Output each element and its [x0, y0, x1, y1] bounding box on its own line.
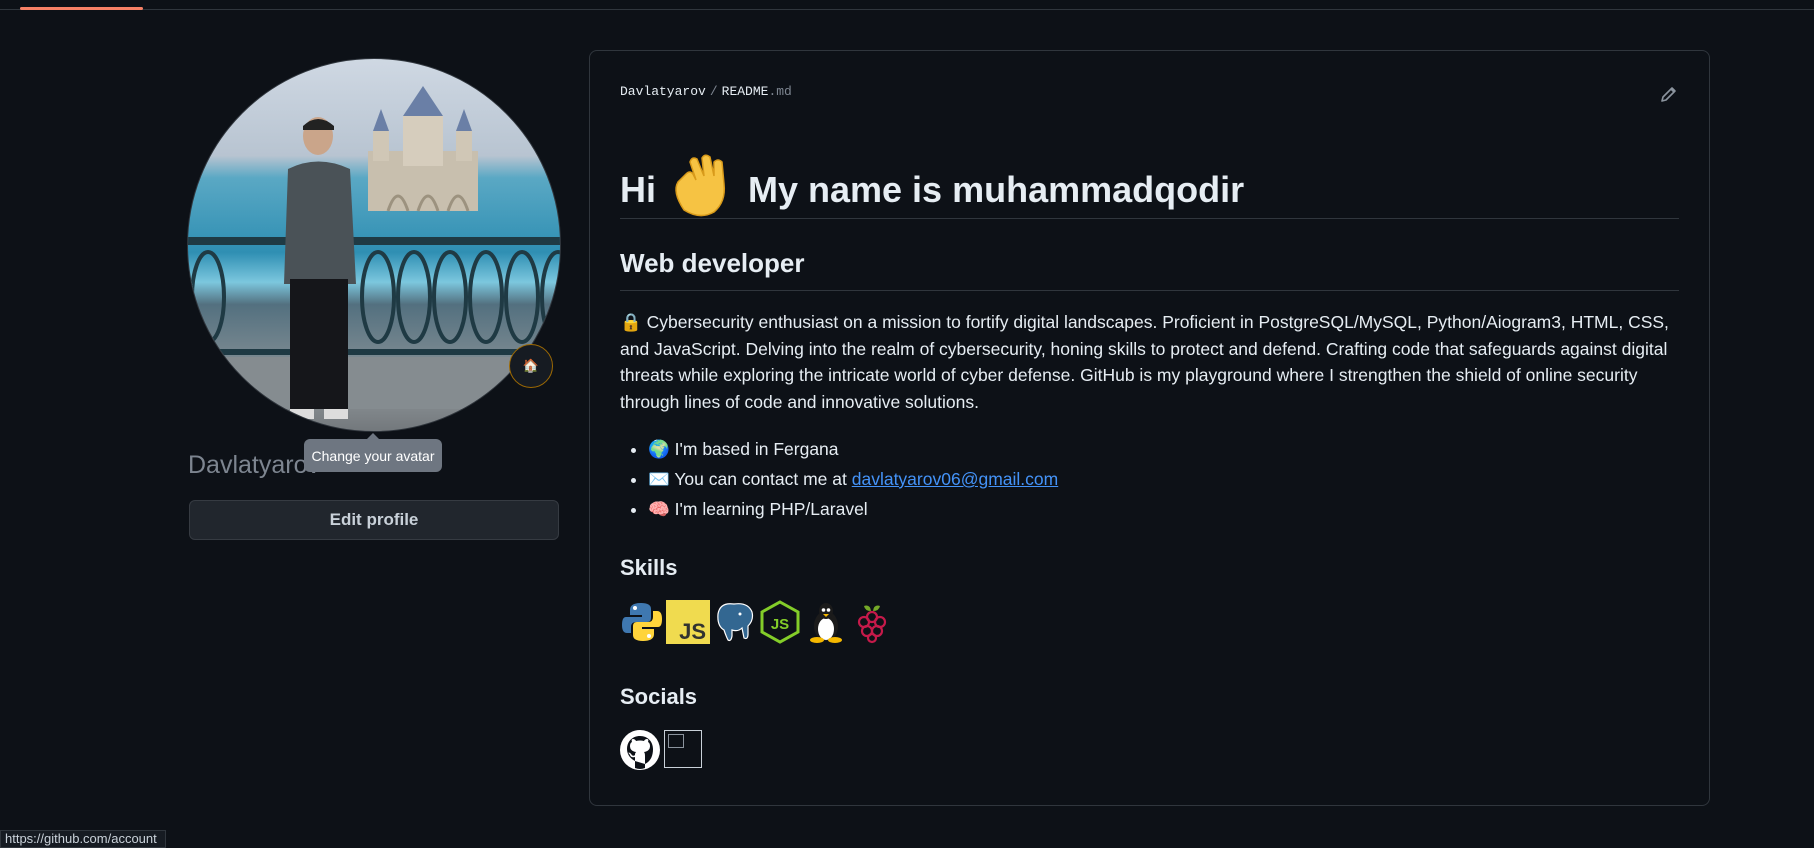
about-text: Cybersecurity enthusiast on a mission to…: [620, 312, 1669, 412]
list-item-text: I'm learning PHP/Laravel: [674, 499, 868, 519]
breadcrumb-owner-link[interactable]: Davlatyarov: [620, 84, 706, 99]
title-divider: [620, 218, 1679, 219]
readme-card: Davlatyarov / README.md Hi My name is muha…: [589, 50, 1710, 806]
postgresql-icon[interactable]: [712, 600, 756, 644]
email-link[interactable]: davlatyarov06@gmail.com: [852, 469, 1058, 489]
status-bar-url: https://github.com/account: [0, 830, 166, 848]
avatar-tooltip: Change your avatar: [304, 433, 442, 472]
brain-icon: 🧠: [648, 499, 670, 519]
subtitle-heading: Web developer: [620, 248, 805, 278]
list-item: 🧠 I'm learning PHP/Laravel: [648, 494, 1058, 524]
svg-text:JS: JS: [679, 619, 706, 644]
github-icon[interactable]: [620, 730, 660, 770]
breadcrumb-file-ext: .md: [768, 84, 792, 99]
subtitle-divider: [620, 290, 1679, 291]
list-item: ✉️ You can contact me at davlatyarov06@g…: [648, 464, 1058, 494]
person-illustration: [284, 117, 356, 419]
skills-icons: JS JS: [620, 600, 894, 644]
lock-icon: 🔒: [620, 312, 642, 332]
active-tab-indicator: [20, 7, 143, 10]
javascript-icon[interactable]: JS: [666, 600, 710, 644]
broken-image-icon[interactable]: [664, 730, 702, 768]
home-icon: 🏠: [522, 358, 540, 373]
breadcrumb: Davlatyarov / README.md: [620, 84, 792, 99]
avatar-container[interactable]: [187, 58, 561, 432]
list-item-text: You can contact me at: [674, 469, 852, 489]
avatar[interactable]: [187, 58, 561, 432]
railing-illustration: [188, 237, 560, 409]
about-paragraph: 🔒 Cybersecurity enthusiast on a mission …: [620, 309, 1680, 415]
breadcrumb-file-name[interactable]: README: [722, 84, 769, 99]
list-item: 🌍 I'm based in Fergana: [648, 434, 1058, 464]
header-divider: [0, 9, 1814, 10]
envelope-icon: ✉️: [648, 469, 670, 489]
socials-icons: [620, 730, 702, 770]
edit-profile-button[interactable]: Edit profile: [189, 500, 559, 540]
skills-heading: Skills: [620, 555, 678, 580]
readme-title: Hi My name is muhammadqodir: [620, 154, 1245, 217]
set-status-button[interactable]: 🏠: [509, 344, 553, 388]
info-list: 🌍 I'm based in Fergana ✉️ You can contac…: [620, 434, 1058, 524]
edit-pencil-icon[interactable]: [1659, 84, 1679, 104]
title-hi: Hi: [620, 169, 656, 210]
python-icon[interactable]: [620, 600, 664, 644]
title-rest: My name is muhammadqodir: [748, 169, 1245, 210]
socials-heading: Socials: [620, 684, 698, 709]
profile-username: Davlatyarov: [188, 451, 320, 479]
globe-icon: 🌍: [648, 439, 670, 459]
linux-icon[interactable]: [804, 600, 848, 644]
nodejs-icon[interactable]: JS: [758, 600, 802, 644]
raspberry-pi-icon[interactable]: [850, 600, 894, 644]
svg-text:JS: JS: [771, 616, 789, 633]
breadcrumb-separator: /: [709, 84, 718, 99]
castle-illustration: [368, 86, 478, 212]
list-item-text: I'm based in Fergana: [674, 439, 839, 459]
